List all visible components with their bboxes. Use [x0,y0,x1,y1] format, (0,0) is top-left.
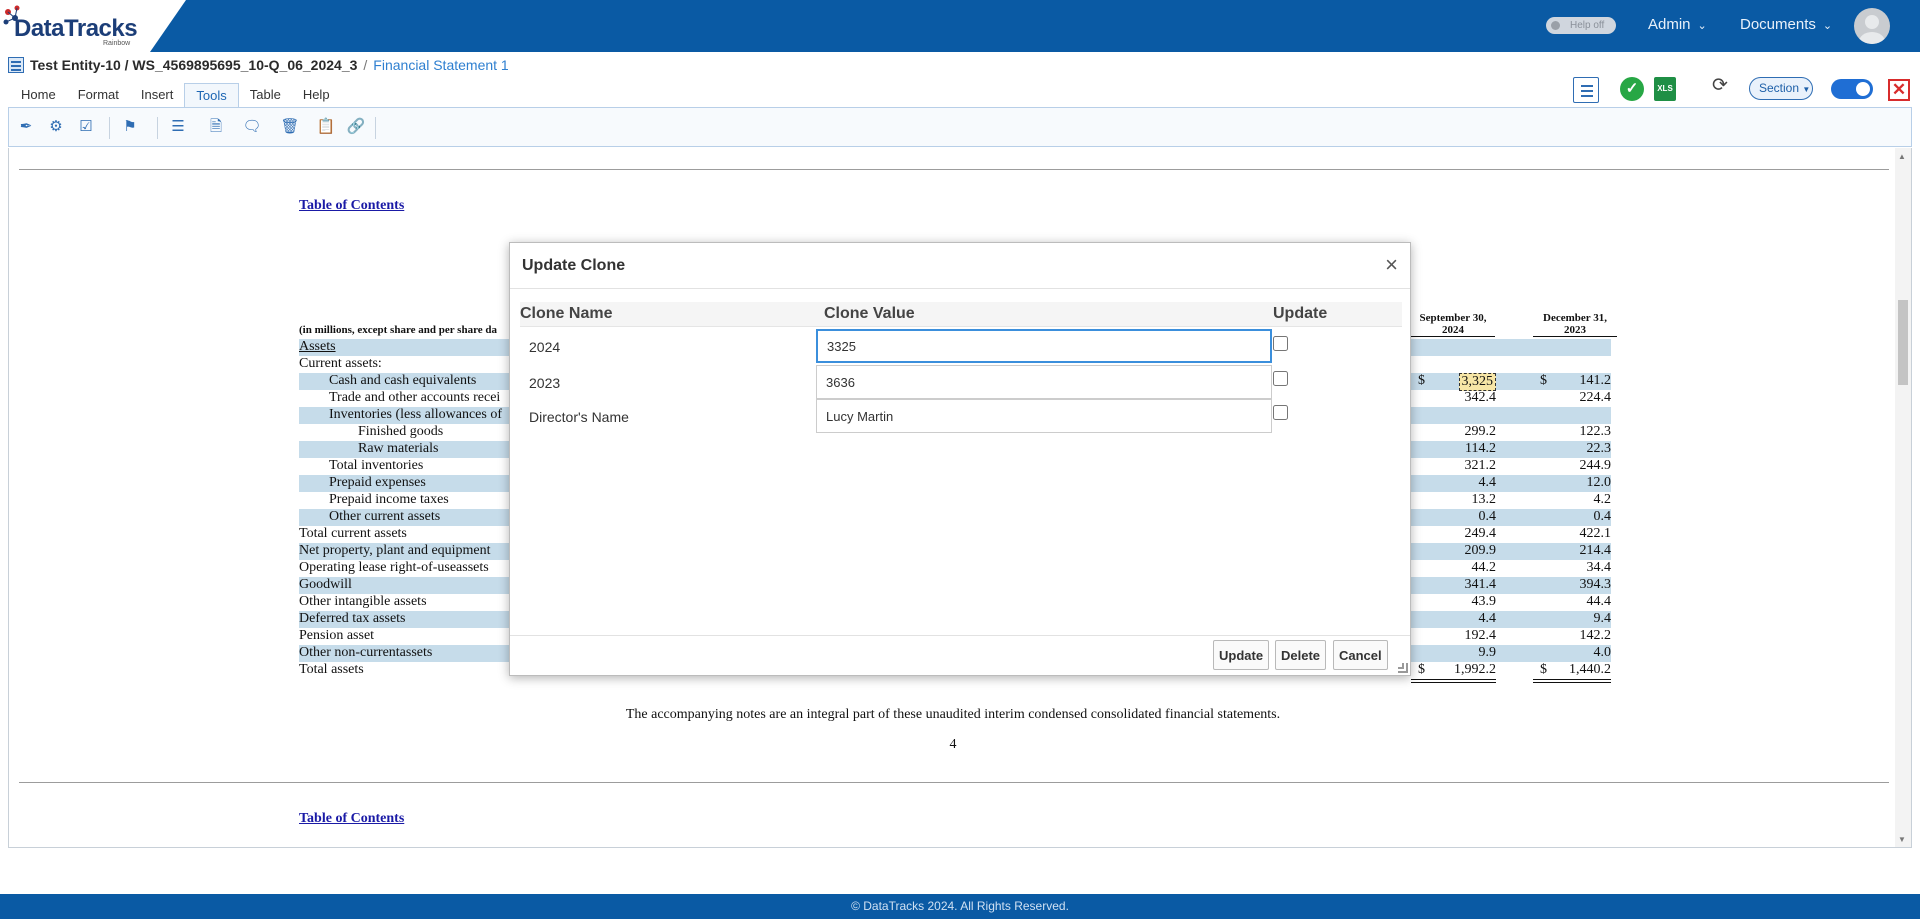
logo-area[interactable]: DataTracks Rainbow [0,0,186,52]
comment-icon[interactable]: 🗨 [241,117,263,137]
double-underline [1533,679,1611,680]
header-clone-name: Clone Name [520,305,613,322]
breadcrumb-entity[interactable]: Test Entity-10 / WS_4569895695_10-Q_06_2… [30,57,357,73]
toolbar-divider [109,117,110,139]
outline-list-icon[interactable] [1573,77,1599,103]
page-break-line [19,169,1889,170]
scrollbar-thumb[interactable] [1898,300,1908,385]
link-icon[interactable]: 🔗 [345,117,367,137]
toggle-knob-icon [1551,21,1560,30]
update-clone-dialog: Update Clone × Clone Name Clone Value Up… [509,242,1411,676]
user-avatar[interactable] [1854,8,1890,44]
settings-gear-icon[interactable]: ⚙ [45,117,67,137]
section-label: Section [1759,81,1800,95]
clone-value-input-2023[interactable] [816,365,1272,399]
menu-tools[interactable]: Tools [184,83,239,107]
breadcrumb-current[interactable]: Financial Statement 1 [373,57,508,73]
vertical-scrollbar[interactable]: ▲ ▼ [1895,148,1911,847]
column-header-dec-2023: December 31, 2023 [1533,312,1617,337]
clone-name-directors-name: Director's Name [529,409,629,425]
documents-menu[interactable]: Documents ⌄ [1740,16,1832,33]
resize-handle-icon[interactable] [1398,663,1408,673]
caret-down-icon: ▼ [1802,85,1811,94]
logo-text: DataTracks [14,15,138,42]
clone-name-2023: 2023 [529,375,561,391]
col1-header-line2: 2024 [1442,324,1464,336]
menu-bar: Home Format Insert Tools Table Help [10,83,341,107]
section-dropdown[interactable]: Section ▼ [1749,77,1813,100]
col2-header-line1: December 31, [1543,312,1607,324]
header-update: Update [1273,305,1328,322]
refresh-icon[interactable]: ⟳ [1709,75,1731,99]
mode-toggle-switch[interactable] [1831,79,1873,99]
page-footer: © DataTracks 2024. All Rights Reserved. [0,894,1920,919]
double-underline [1411,679,1496,680]
page-number: 4 [949,737,957,752]
update-checkbox-directors-name[interactable] [1273,405,1288,420]
table-of-contents-link[interactable]: Table of Contents [299,811,404,827]
unit-note: (in millions, except share and per share… [299,324,498,336]
scroll-up-icon[interactable]: ▲ [1898,152,1906,161]
document-icon [8,57,24,73]
menu-help[interactable]: Help [292,83,341,107]
double-underline [1533,682,1611,683]
clone-value-input-directors-name[interactable] [816,399,1272,433]
clone-table-header: Clone Name Clone Value Update [520,302,1402,327]
tools-ribbon: ✒ ⚙ ☑ ⚑ ☰ 🗎 🗨 🗑 📋 🔗 [8,107,1912,147]
col2-header-line2: 2023 [1564,324,1586,336]
statement-footnote: The accompanying notes are an integral p… [625,707,1281,722]
menu-format[interactable]: Format [67,83,130,107]
delete-bin-icon[interactable]: 🗑 [279,117,301,137]
dialog-divider [510,288,1410,289]
admin-menu[interactable]: Admin ⌄ [1648,16,1707,33]
tag-icon[interactable]: ⚑ [119,117,141,137]
update-checkbox-2024[interactable] [1273,336,1288,351]
help-toggle-label: Help off [1570,20,1605,31]
menu-table[interactable]: Table [239,83,292,107]
column-header-sep-2024: September 30, 2024 [1411,312,1495,337]
dialog-title: Update Clone [522,257,626,274]
validate-checkbox-icon[interactable]: ☑ [75,117,97,137]
excel-export-icon[interactable]: XLS [1654,77,1676,101]
dialog-divider [510,635,1410,636]
breadcrumb: Test Entity-10 / WS_4569895695_10-Q_06_2… [8,57,509,73]
breadcrumb-separator: / [363,57,368,73]
cancel-button[interactable]: Cancel [1333,640,1388,670]
logo-subtitle: Rainbow [103,40,131,47]
clone-value-input-2024[interactable] [816,329,1272,363]
close-icon[interactable]: × [1385,252,1398,278]
verified-check-icon[interactable]: ✓ [1620,77,1644,101]
update-button[interactable]: Update [1213,640,1270,670]
delete-button[interactable]: Delete [1275,640,1327,670]
table-of-contents-link[interactable]: Table of Contents [299,198,404,214]
selected-cell[interactable]: 3,325 [1458,373,1496,391]
help-toggle[interactable]: Help off [1546,17,1616,34]
admin-label: Admin [1648,16,1691,33]
toolbar-divider [157,117,158,139]
double-underline [1411,682,1496,683]
col1-header-line1: September 30, [1419,312,1487,324]
menu-home[interactable]: Home [10,83,67,107]
top-header-bar: DataTracks Rainbow Help off Admin ⌄ Docum… [0,0,1920,52]
pen-tool-icon[interactable]: ✒ [15,117,37,137]
file-options-icon[interactable]: 🗎 [205,117,227,137]
chevron-down-icon: ⌄ [1822,20,1833,32]
menu-insert[interactable]: Insert [130,83,185,107]
toolbar-divider [375,117,376,139]
copyright-text: © DataTracks 2024. All Rights Reserved. [851,899,1069,913]
clone-name-2024: 2024 [529,339,561,355]
scroll-down-icon[interactable]: ▼ [1898,835,1906,844]
documents-label: Documents [1740,16,1816,33]
clipboard-icon[interactable]: 📋 [315,117,337,137]
chevron-down-icon: ⌄ [1697,20,1707,32]
update-checkbox-2023[interactable] [1273,371,1288,386]
page-break-line [19,782,1889,783]
header-clone-value: Clone Value [824,305,915,322]
close-document-icon[interactable]: ✕ [1888,79,1910,101]
stack-layers-icon[interactable]: ☰ [167,117,189,137]
